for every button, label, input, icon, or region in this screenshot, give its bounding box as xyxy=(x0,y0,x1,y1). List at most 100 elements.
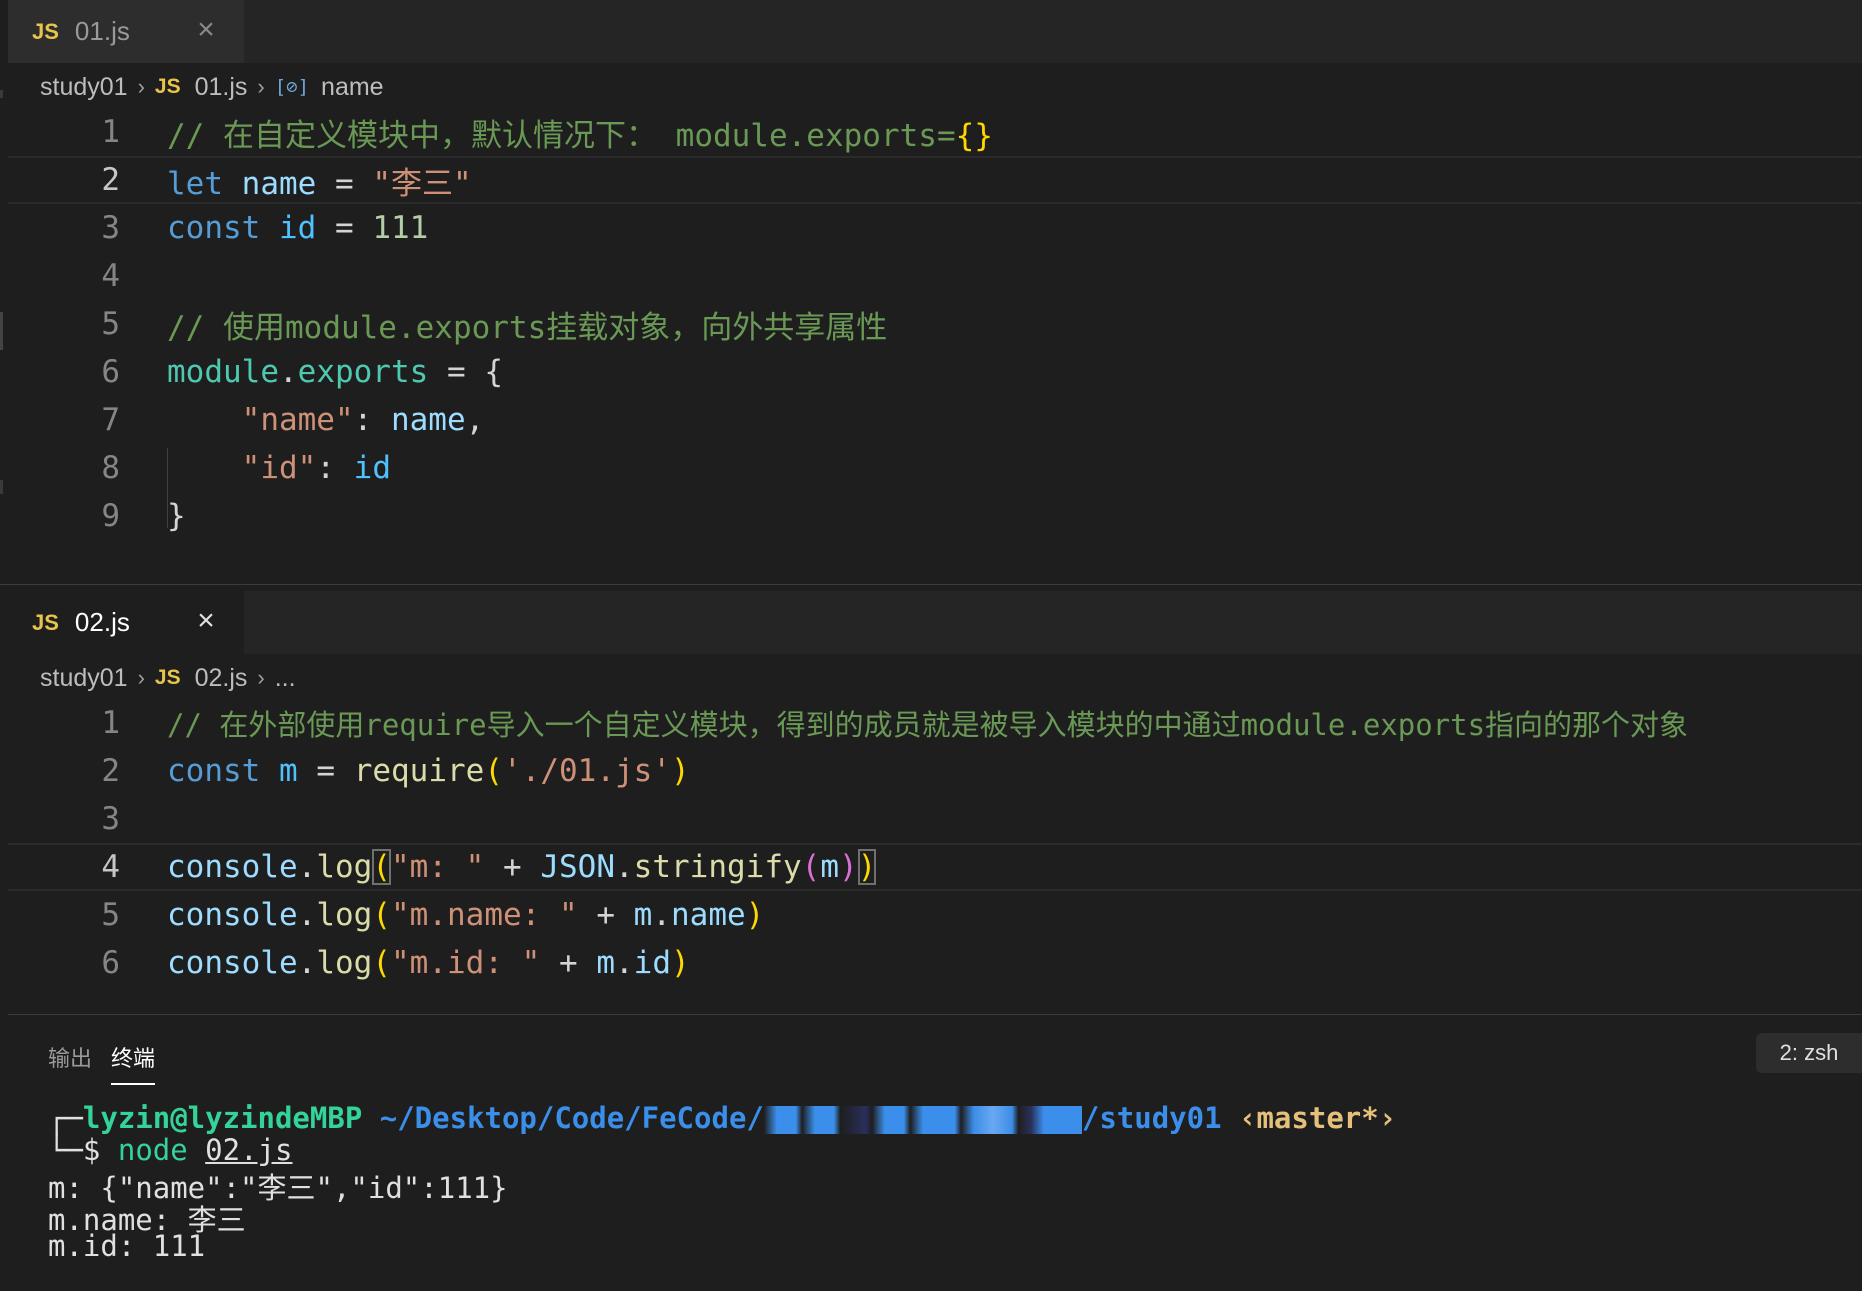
editor-tabbar: JS 02.js × xyxy=(8,591,1862,654)
code-comma: , xyxy=(465,402,485,438)
terminal-command: node xyxy=(117,1133,188,1167)
code-variable: name xyxy=(241,165,317,202)
code-dot: . xyxy=(297,897,317,933)
code-line[interactable]: 7 "name": name, xyxy=(8,396,1862,444)
line-number: 3 xyxy=(101,801,120,837)
breadcrumb: study01 › JS 01.js › [⊘] name xyxy=(40,70,384,104)
code-paren: ) xyxy=(745,897,765,933)
terminal-path-suffix: /study01 xyxy=(1081,1101,1222,1135)
tab-label: 01.js xyxy=(74,16,130,46)
code-operator: = xyxy=(446,354,466,390)
code-line[interactable]: 1 // 在自定义模块中，默认情况下： module.exports={} xyxy=(8,108,1862,156)
editor-pane-01: JS 01.js × study01 › JS 01.js › [⊘] name… xyxy=(8,0,1862,584)
code-line[interactable]: 9 } xyxy=(8,492,1862,540)
code-function: stringify xyxy=(633,849,802,885)
js-file-icon: JS xyxy=(154,666,181,689)
breadcrumb-more[interactable]: ... xyxy=(275,664,296,693)
line-number: 1 xyxy=(101,114,120,150)
code-line[interactable]: 5 console.log("m.name: " + m.name) xyxy=(8,891,1862,939)
git-branch-badge: ‹master*› xyxy=(1239,1101,1397,1135)
tab-01-js[interactable]: JS 01.js × xyxy=(8,0,244,63)
code-line[interactable]: 4 xyxy=(8,252,1862,300)
line-number: 8 xyxy=(101,450,120,486)
breadcrumb: study01 › JS 02.js › ... xyxy=(40,661,296,695)
code-line[interactable]: 1 // 在外部使用require导入一个自定义模块，得到的成员就是被导入模块的… xyxy=(8,699,1862,747)
code-property: exports xyxy=(297,354,429,390)
code-object: JSON xyxy=(540,849,615,885)
code-variable: m xyxy=(279,753,298,789)
gutter-marker xyxy=(0,90,3,98)
tab-output[interactable]: 输出 xyxy=(48,1041,92,1073)
code-variable: m xyxy=(820,849,839,885)
breadcrumb-symbol[interactable]: name xyxy=(321,73,384,102)
code-function: log xyxy=(316,897,373,933)
code-line[interactable]: 6 console.log("m.id: " + m.id) xyxy=(8,939,1862,987)
code-operator: + xyxy=(558,945,578,981)
terminal-prompt-line: ┌─lyzin@lyzindeMBP ~/Desktop/Code/FeCode… xyxy=(48,1101,1396,1135)
line-number: 5 xyxy=(101,897,120,933)
code-function: log xyxy=(316,945,373,981)
breadcrumb-folder[interactable]: study01 xyxy=(40,73,128,102)
code-colon: : xyxy=(353,402,373,438)
code-keyword: const xyxy=(167,753,261,789)
code-operator: = xyxy=(335,210,354,246)
code-string: './01.js' xyxy=(503,753,671,789)
bottom-panel: 输出 终端 2: zsh ┌─lyzin@lyzindeMBP ~/Deskto… xyxy=(8,1014,1862,1291)
code-keyword: let xyxy=(167,165,223,202)
tab-terminal[interactable]: 终端 xyxy=(111,1041,156,1085)
code-property: name xyxy=(671,897,746,933)
code-dot: . xyxy=(278,354,298,390)
js-file-icon: JS xyxy=(154,75,181,98)
code-operator: = xyxy=(335,165,354,202)
terminal-command-arg: 02.js xyxy=(205,1133,293,1167)
code-property: id xyxy=(633,945,671,981)
terminal-user-host: lyzin@lyzindeMBP xyxy=(82,1101,363,1135)
code-operator: + xyxy=(503,849,522,885)
close-icon[interactable]: × xyxy=(188,12,224,48)
code-string: "name" xyxy=(241,402,354,438)
code-editor[interactable]: 1 // 在自定义模块中，默认情况下： module.exports={} 2 … xyxy=(8,108,1862,540)
chevron-right-icon: › xyxy=(137,665,145,690)
close-icon[interactable]: × xyxy=(188,603,224,639)
tab-label: 02.js xyxy=(74,607,130,637)
code-variable: m xyxy=(596,945,615,981)
code-paren: ( xyxy=(484,753,504,789)
code-string: "m.id: " xyxy=(391,945,541,981)
code-object: module xyxy=(167,354,279,390)
code-dot: . xyxy=(615,849,634,885)
code-brace: {} xyxy=(955,117,993,154)
breadcrumb-file[interactable]: 02.js xyxy=(195,664,248,693)
tab-02-js[interactable]: JS 02.js × xyxy=(8,591,244,654)
code-number: 111 xyxy=(372,210,429,246)
code-paren: ( xyxy=(801,849,821,885)
breadcrumb-folder[interactable]: study01 xyxy=(40,664,128,693)
line-number: 1 xyxy=(101,705,120,741)
code-line-current[interactable]: 2 let name = "李三" xyxy=(8,156,1862,204)
code-brace: } xyxy=(167,498,186,534)
code-line[interactable]: 3 xyxy=(8,795,1862,843)
code-line-current[interactable]: 4 console.log("m: " + JSON.stringify(m)) xyxy=(8,843,1862,891)
terminal-output-line: m.id: 111 xyxy=(48,1229,206,1263)
js-file-icon: JS xyxy=(32,18,59,44)
code-variable: id xyxy=(353,450,391,486)
code-paren-matched: ( xyxy=(372,849,391,885)
code-paren: ( xyxy=(372,945,391,981)
line-number: 4 xyxy=(101,849,120,885)
code-paren-matched: ) xyxy=(857,849,877,885)
code-line[interactable]: 2 const m = require('./01.js') xyxy=(8,747,1862,795)
code-colon: : xyxy=(316,450,335,486)
terminal-selector[interactable]: 2: zsh xyxy=(1756,1033,1862,1073)
code-line[interactable]: 3 const id = 111 xyxy=(8,204,1862,252)
code-comment: // 在自定义模块中，默认情况下： module.exports= xyxy=(167,117,956,154)
code-editor[interactable]: 1 // 在外部使用require导入一个自定义模块，得到的成员就是被导入模块的… xyxy=(8,699,1862,987)
code-line[interactable]: 8 "id": id xyxy=(8,444,1862,492)
line-number: 3 xyxy=(101,210,120,246)
gutter-marker xyxy=(0,312,3,350)
line-number: 2 xyxy=(101,753,120,789)
code-variable: id xyxy=(279,210,317,246)
code-line[interactable]: 6 module.exports = { xyxy=(8,348,1862,396)
line-number: 2 xyxy=(101,162,120,198)
breadcrumb-file[interactable]: 01.js xyxy=(195,73,248,102)
code-function: log xyxy=(316,849,373,885)
code-line[interactable]: 5 // 使用module.exports挂载对象，向外共享属性 xyxy=(8,300,1862,348)
